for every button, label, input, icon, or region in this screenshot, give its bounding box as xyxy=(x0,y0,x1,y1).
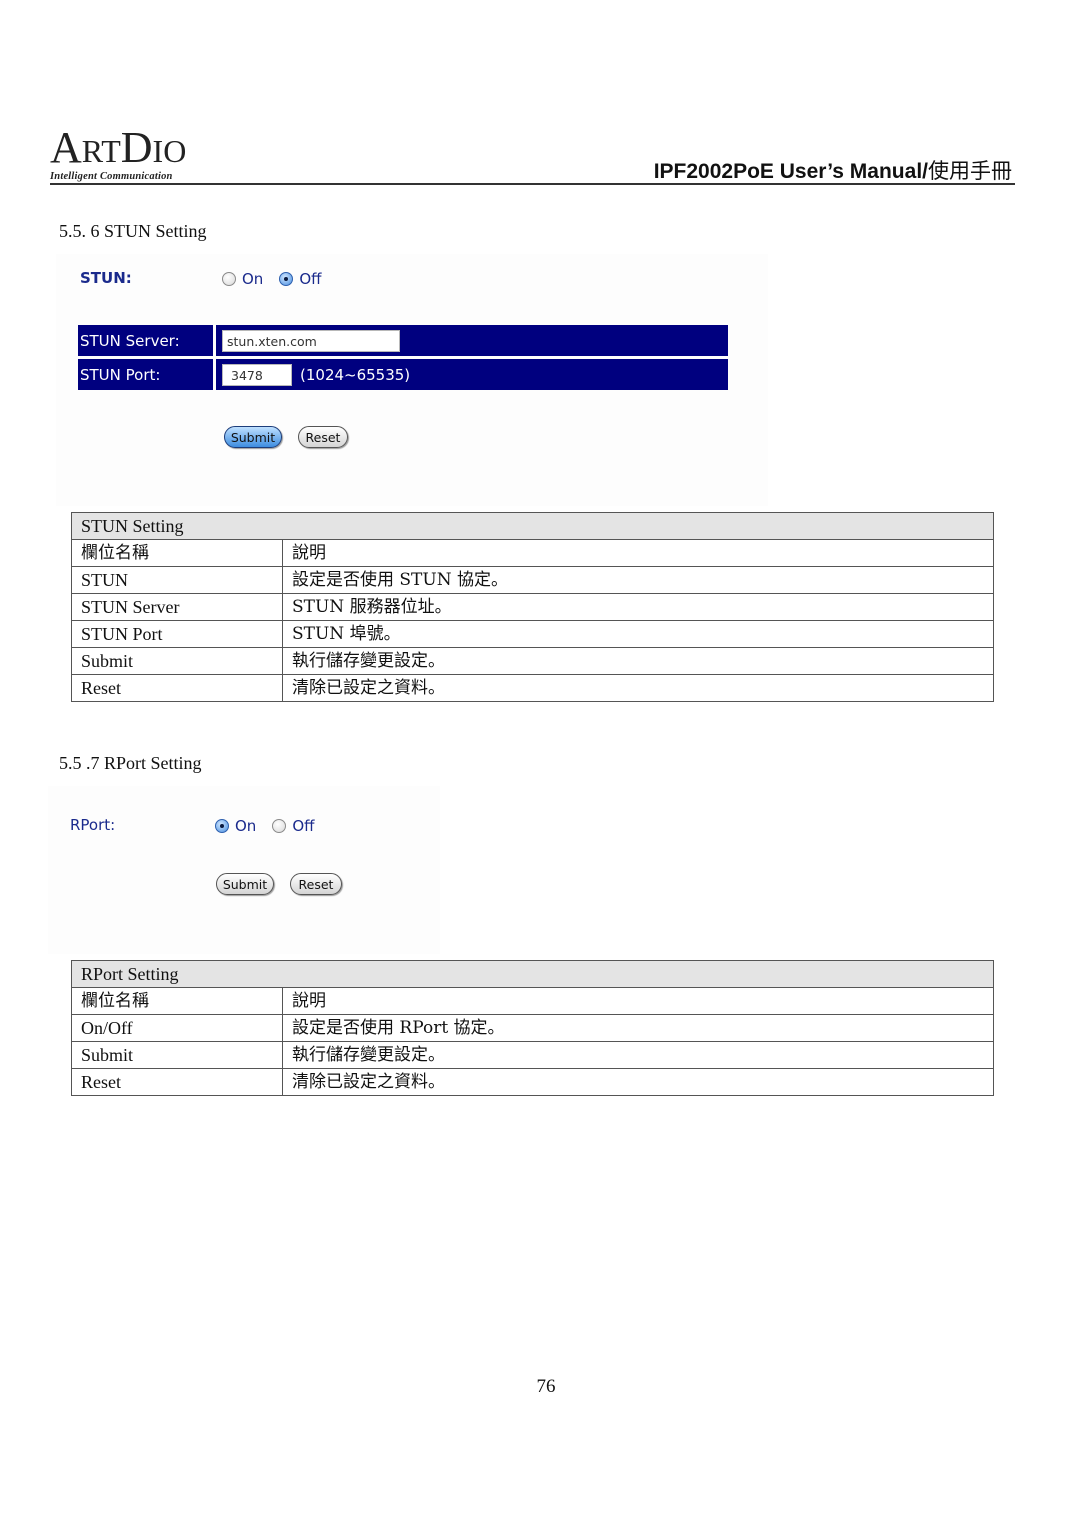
table-row: Reset 清除已設定之資料。 xyxy=(71,674,994,702)
stun-port-label: STUN Port: xyxy=(78,359,213,390)
table-row: Reset 清除已設定之資料。 xyxy=(71,1068,994,1096)
column-header-description: 說明 xyxy=(282,987,994,1015)
field-name: Reset xyxy=(71,1068,283,1096)
stun-section-heading: 5.5. 6 STUN Setting xyxy=(59,221,207,241)
field-description: 執行儲存變更設定。 xyxy=(282,647,994,675)
table-row: Submit 執行儲存變更設定。 xyxy=(71,647,994,675)
stun-port-range-hint: (1024~65535) xyxy=(300,365,411,384)
stun-reset-button[interactable]: Reset xyxy=(298,426,348,448)
field-name: Reset xyxy=(71,674,283,702)
table-title: STUN Setting xyxy=(71,512,994,540)
table-header-row: 欄位名稱 說明 xyxy=(71,987,994,1015)
stun-config-table: STUN Server: stun.xten.com STUN Port: 34… xyxy=(78,325,728,393)
table-row: STUN Port STUN 埠號。 xyxy=(71,620,994,648)
logo-wordmark: ARTDIO xyxy=(50,123,187,172)
field-name: STUN xyxy=(71,566,283,594)
column-header-field: 欄位名稱 xyxy=(71,539,283,567)
rport-radio-group: On Off xyxy=(215,817,324,835)
stun-server-row: STUN Server: stun.xten.com xyxy=(78,325,728,356)
header-divider xyxy=(50,183,1015,185)
table-title: RPort Setting xyxy=(71,960,994,988)
field-description: 執行儲存變更設定。 xyxy=(282,1041,994,1069)
stun-label: STUN: xyxy=(80,269,132,287)
table-title-row: RPort Setting xyxy=(71,960,994,988)
stun-port-input[interactable]: 3478 xyxy=(222,363,292,386)
rport-settings-screenshot: RPort: On Off Submit Reset xyxy=(48,786,440,954)
field-description: STUN 服務器位址。 xyxy=(282,593,994,621)
rport-label: RPort: xyxy=(70,816,116,834)
table-row: STUN Server STUN 服務器位址。 xyxy=(71,593,994,621)
stun-submit-button[interactable]: Submit xyxy=(224,426,282,448)
rport-submit-button[interactable]: Submit xyxy=(216,873,274,895)
table-row: Submit 執行儲存變更設定。 xyxy=(71,1041,994,1069)
field-name: STUN Port xyxy=(71,620,283,648)
stun-server-label: STUN Server: xyxy=(78,325,213,356)
field-description: 設定是否使用 RPort 協定。 xyxy=(282,1014,994,1042)
stun-settings-screenshot: STUN: On Off STUN Server: stun.xten.com … xyxy=(56,254,768,506)
stun-off-label[interactable]: Off xyxy=(299,270,321,288)
field-description: 清除已設定之資料。 xyxy=(282,1068,994,1096)
stun-radio-group: On Off xyxy=(222,270,331,288)
stun-port-row: STUN Port: 3478 (1024~65535) xyxy=(78,359,728,390)
rport-on-label[interactable]: On xyxy=(235,817,256,835)
field-name: Submit xyxy=(71,1041,283,1069)
logo-tagline: Intelligent Communication xyxy=(50,171,173,182)
column-header-field: 欄位名稱 xyxy=(71,987,283,1015)
field-name: Submit xyxy=(71,647,283,675)
stun-description-table: STUN Setting 欄位名稱 說明 STUN 設定是否使用 STUN 協定… xyxy=(71,512,994,702)
rport-section-heading: 5.5 .7 RPort Setting xyxy=(59,753,202,773)
manual-title-latin: IPF2002PoE User’s Manual/ xyxy=(653,160,928,183)
page-number: 76 xyxy=(536,1376,556,1397)
table-title-row: STUN Setting xyxy=(71,512,994,540)
field-description: 清除已設定之資料。 xyxy=(282,674,994,702)
field-description: 設定是否使用 STUN 協定。 xyxy=(282,566,994,594)
rport-off-radio[interactable] xyxy=(272,819,287,833)
manual-title: IPF2002PoE User’s Manual/使用手冊 xyxy=(654,155,1012,185)
table-row: On/Off 設定是否使用 RPort 協定。 xyxy=(71,1014,994,1042)
stun-server-input[interactable]: stun.xten.com xyxy=(222,329,400,352)
column-header-description: 說明 xyxy=(282,539,994,567)
rport-reset-button[interactable]: Reset xyxy=(290,873,342,895)
manual-title-cjk: 使用手冊 xyxy=(928,159,1012,183)
field-name: STUN Server xyxy=(71,593,283,621)
rport-off-label[interactable]: Off xyxy=(292,817,314,835)
stun-on-radio[interactable] xyxy=(222,272,236,286)
rport-description-table: RPort Setting 欄位名稱 說明 On/Off 設定是否使用 RPor… xyxy=(71,960,994,1096)
stun-off-radio[interactable] xyxy=(279,272,294,286)
field-description: STUN 埠號。 xyxy=(282,620,994,648)
stun-on-label[interactable]: On xyxy=(242,270,263,288)
table-header-row: 欄位名稱 說明 xyxy=(71,539,994,567)
artdio-logo: ARTDIO Intelligent Communication xyxy=(50,123,187,183)
field-name: On/Off xyxy=(71,1014,283,1042)
rport-on-radio[interactable] xyxy=(215,819,229,833)
table-row: STUN 設定是否使用 STUN 協定。 xyxy=(71,566,994,594)
